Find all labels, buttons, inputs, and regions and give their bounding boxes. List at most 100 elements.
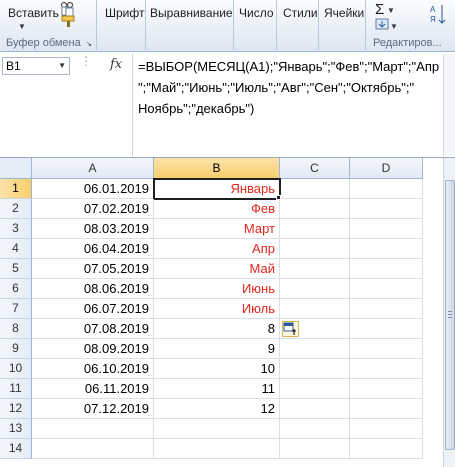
cell-c10[interactable] bbox=[280, 359, 350, 379]
autosum-dropdown-icon[interactable]: ▼ bbox=[387, 6, 395, 15]
cell-d14[interactable] bbox=[350, 439, 423, 459]
column-header-d[interactable]: D bbox=[350, 158, 423, 179]
vertical-scrollbar-thumb[interactable] bbox=[445, 180, 455, 450]
cell-d4[interactable] bbox=[350, 239, 423, 259]
row-header[interactable]: 14 bbox=[0, 439, 32, 459]
select-all-corner[interactable] bbox=[0, 158, 32, 179]
number-button[interactable]: Число bbox=[239, 6, 274, 20]
cell-b9[interactable]: 9 bbox=[154, 339, 280, 359]
sort-filter-icon[interactable]: A Я bbox=[429, 3, 449, 29]
font-button[interactable]: Шрифт bbox=[105, 6, 144, 20]
formula-bar-scrollbar[interactable] bbox=[443, 54, 455, 156]
autosum-icon[interactable]: Σ bbox=[375, 1, 384, 18]
row-header[interactable]: 12 bbox=[0, 399, 32, 419]
column-header-b[interactable]: B bbox=[154, 158, 280, 179]
cell-d9[interactable] bbox=[350, 339, 423, 359]
row-header[interactable]: 11 bbox=[0, 379, 32, 399]
styles-button[interactable]: Стили bbox=[283, 6, 318, 20]
cell-c2[interactable] bbox=[280, 199, 350, 219]
cell-d1[interactable] bbox=[350, 179, 423, 199]
cell-a14[interactable] bbox=[32, 439, 154, 459]
cells-group[interactable]: Ячейки bbox=[319, 0, 366, 52]
cell-a9[interactable]: 08.09.2019 bbox=[32, 339, 154, 359]
fill-icon[interactable] bbox=[375, 18, 389, 30]
cell-b2[interactable]: Фев bbox=[154, 199, 280, 219]
styles-group[interactable]: Стили bbox=[277, 0, 319, 52]
clipboard-launcher-icon[interactable]: ↘ bbox=[86, 40, 92, 48]
fill-handle[interactable] bbox=[276, 195, 281, 200]
cell-c6[interactable] bbox=[280, 279, 350, 299]
cell-d11[interactable] bbox=[350, 379, 423, 399]
alignment-button[interactable]: Выравнивание bbox=[150, 6, 233, 20]
cell-b10[interactable]: 10 bbox=[154, 359, 280, 379]
cell-b8[interactable]: 8 bbox=[154, 319, 280, 339]
column-header-a[interactable]: A bbox=[32, 158, 154, 179]
alignment-group[interactable]: Выравнивание bbox=[146, 0, 234, 52]
font-group[interactable]: Шрифт bbox=[97, 0, 146, 52]
cell-a1[interactable]: 06.01.2019 bbox=[32, 179, 154, 199]
cell-a6[interactable]: 08.06.2019 bbox=[32, 279, 154, 299]
cell-b11[interactable]: 11 bbox=[154, 379, 280, 399]
cell-c13[interactable] bbox=[280, 419, 350, 439]
row-header[interactable]: 3 bbox=[0, 219, 32, 239]
cell-b13[interactable] bbox=[154, 419, 280, 439]
cell-a13[interactable] bbox=[32, 419, 154, 439]
cell-d12[interactable] bbox=[350, 399, 423, 419]
cell-b4[interactable]: Апр bbox=[154, 239, 280, 259]
cell-c11[interactable] bbox=[280, 379, 350, 399]
cell-d2[interactable] bbox=[350, 199, 423, 219]
paste-button[interactable]: Вставить bbox=[8, 6, 59, 20]
row-header[interactable]: 13 bbox=[0, 419, 32, 439]
cell-c3[interactable] bbox=[280, 219, 350, 239]
cell-d8[interactable] bbox=[350, 319, 423, 339]
cell-b5[interactable]: Май bbox=[154, 259, 280, 279]
cell-a2[interactable]: 07.02.2019 bbox=[32, 199, 154, 219]
cell-b1[interactable]: Январь bbox=[153, 178, 281, 200]
cell-d13[interactable] bbox=[350, 419, 423, 439]
cell-a4[interactable]: 06.04.2019 bbox=[32, 239, 154, 259]
cell-d3[interactable] bbox=[350, 219, 423, 239]
number-group[interactable]: Число bbox=[234, 0, 277, 52]
auto-fill-options-button[interactable] bbox=[282, 321, 299, 337]
format-painter-icon[interactable] bbox=[60, 14, 78, 28]
row-header[interactable]: 4 bbox=[0, 239, 32, 259]
cell-c4[interactable] bbox=[280, 239, 350, 259]
cell-b7[interactable]: Июль bbox=[154, 299, 280, 319]
row-header[interactable]: 8 bbox=[0, 319, 32, 339]
cell-b3[interactable]: Март bbox=[154, 219, 280, 239]
row-header[interactable]: 6 bbox=[0, 279, 32, 299]
cell-a12[interactable]: 07.12.2019 bbox=[32, 399, 154, 419]
cell-a7[interactable]: 06.07.2019 bbox=[32, 299, 154, 319]
cell-a3[interactable]: 08.03.2019 bbox=[32, 219, 154, 239]
cell-c5[interactable] bbox=[280, 259, 350, 279]
name-box[interactable]: B1 ▼ bbox=[2, 57, 70, 75]
row-header[interactable]: 2 bbox=[0, 199, 32, 219]
row-header[interactable]: 10 bbox=[0, 359, 32, 379]
cell-c14[interactable] bbox=[280, 439, 350, 459]
cell-a8[interactable]: 07.08.2019 bbox=[32, 319, 154, 339]
cell-a11[interactable]: 06.11.2019 bbox=[32, 379, 154, 399]
row-header[interactable]: 1 bbox=[0, 179, 32, 199]
cell-a5[interactable]: 07.05.2019 bbox=[32, 259, 154, 279]
fill-dropdown-icon[interactable]: ▼ bbox=[390, 22, 398, 31]
row-header[interactable]: 7 bbox=[0, 299, 32, 319]
cells-button[interactable]: Ячейки bbox=[324, 6, 364, 20]
cell-b6[interactable]: Июнь bbox=[154, 279, 280, 299]
cell-d10[interactable] bbox=[350, 359, 423, 379]
cell-d7[interactable] bbox=[350, 299, 423, 319]
name-box-dropdown-icon[interactable]: ▼ bbox=[58, 58, 66, 74]
cell-c9[interactable] bbox=[280, 339, 350, 359]
formula-input[interactable]: =ВЫБОР(МЕСЯЦ(A1);"Январь";"Фев";"Март";"… bbox=[138, 56, 443, 119]
row-header[interactable]: 9 bbox=[0, 339, 32, 359]
cell-b12[interactable]: 12 bbox=[154, 399, 280, 419]
cell-c7[interactable] bbox=[280, 299, 350, 319]
insert-function-button[interactable]: fx bbox=[110, 57, 122, 72]
cell-c12[interactable] bbox=[280, 399, 350, 419]
cell-a10[interactable]: 06.10.2019 bbox=[32, 359, 154, 379]
row-header[interactable]: 5 bbox=[0, 259, 32, 279]
cell-d6[interactable] bbox=[350, 279, 423, 299]
cell-b14[interactable] bbox=[154, 439, 280, 459]
column-header-c[interactable]: C bbox=[280, 158, 350, 179]
cell-d5[interactable] bbox=[350, 259, 423, 279]
cell-c1[interactable] bbox=[280, 179, 350, 199]
